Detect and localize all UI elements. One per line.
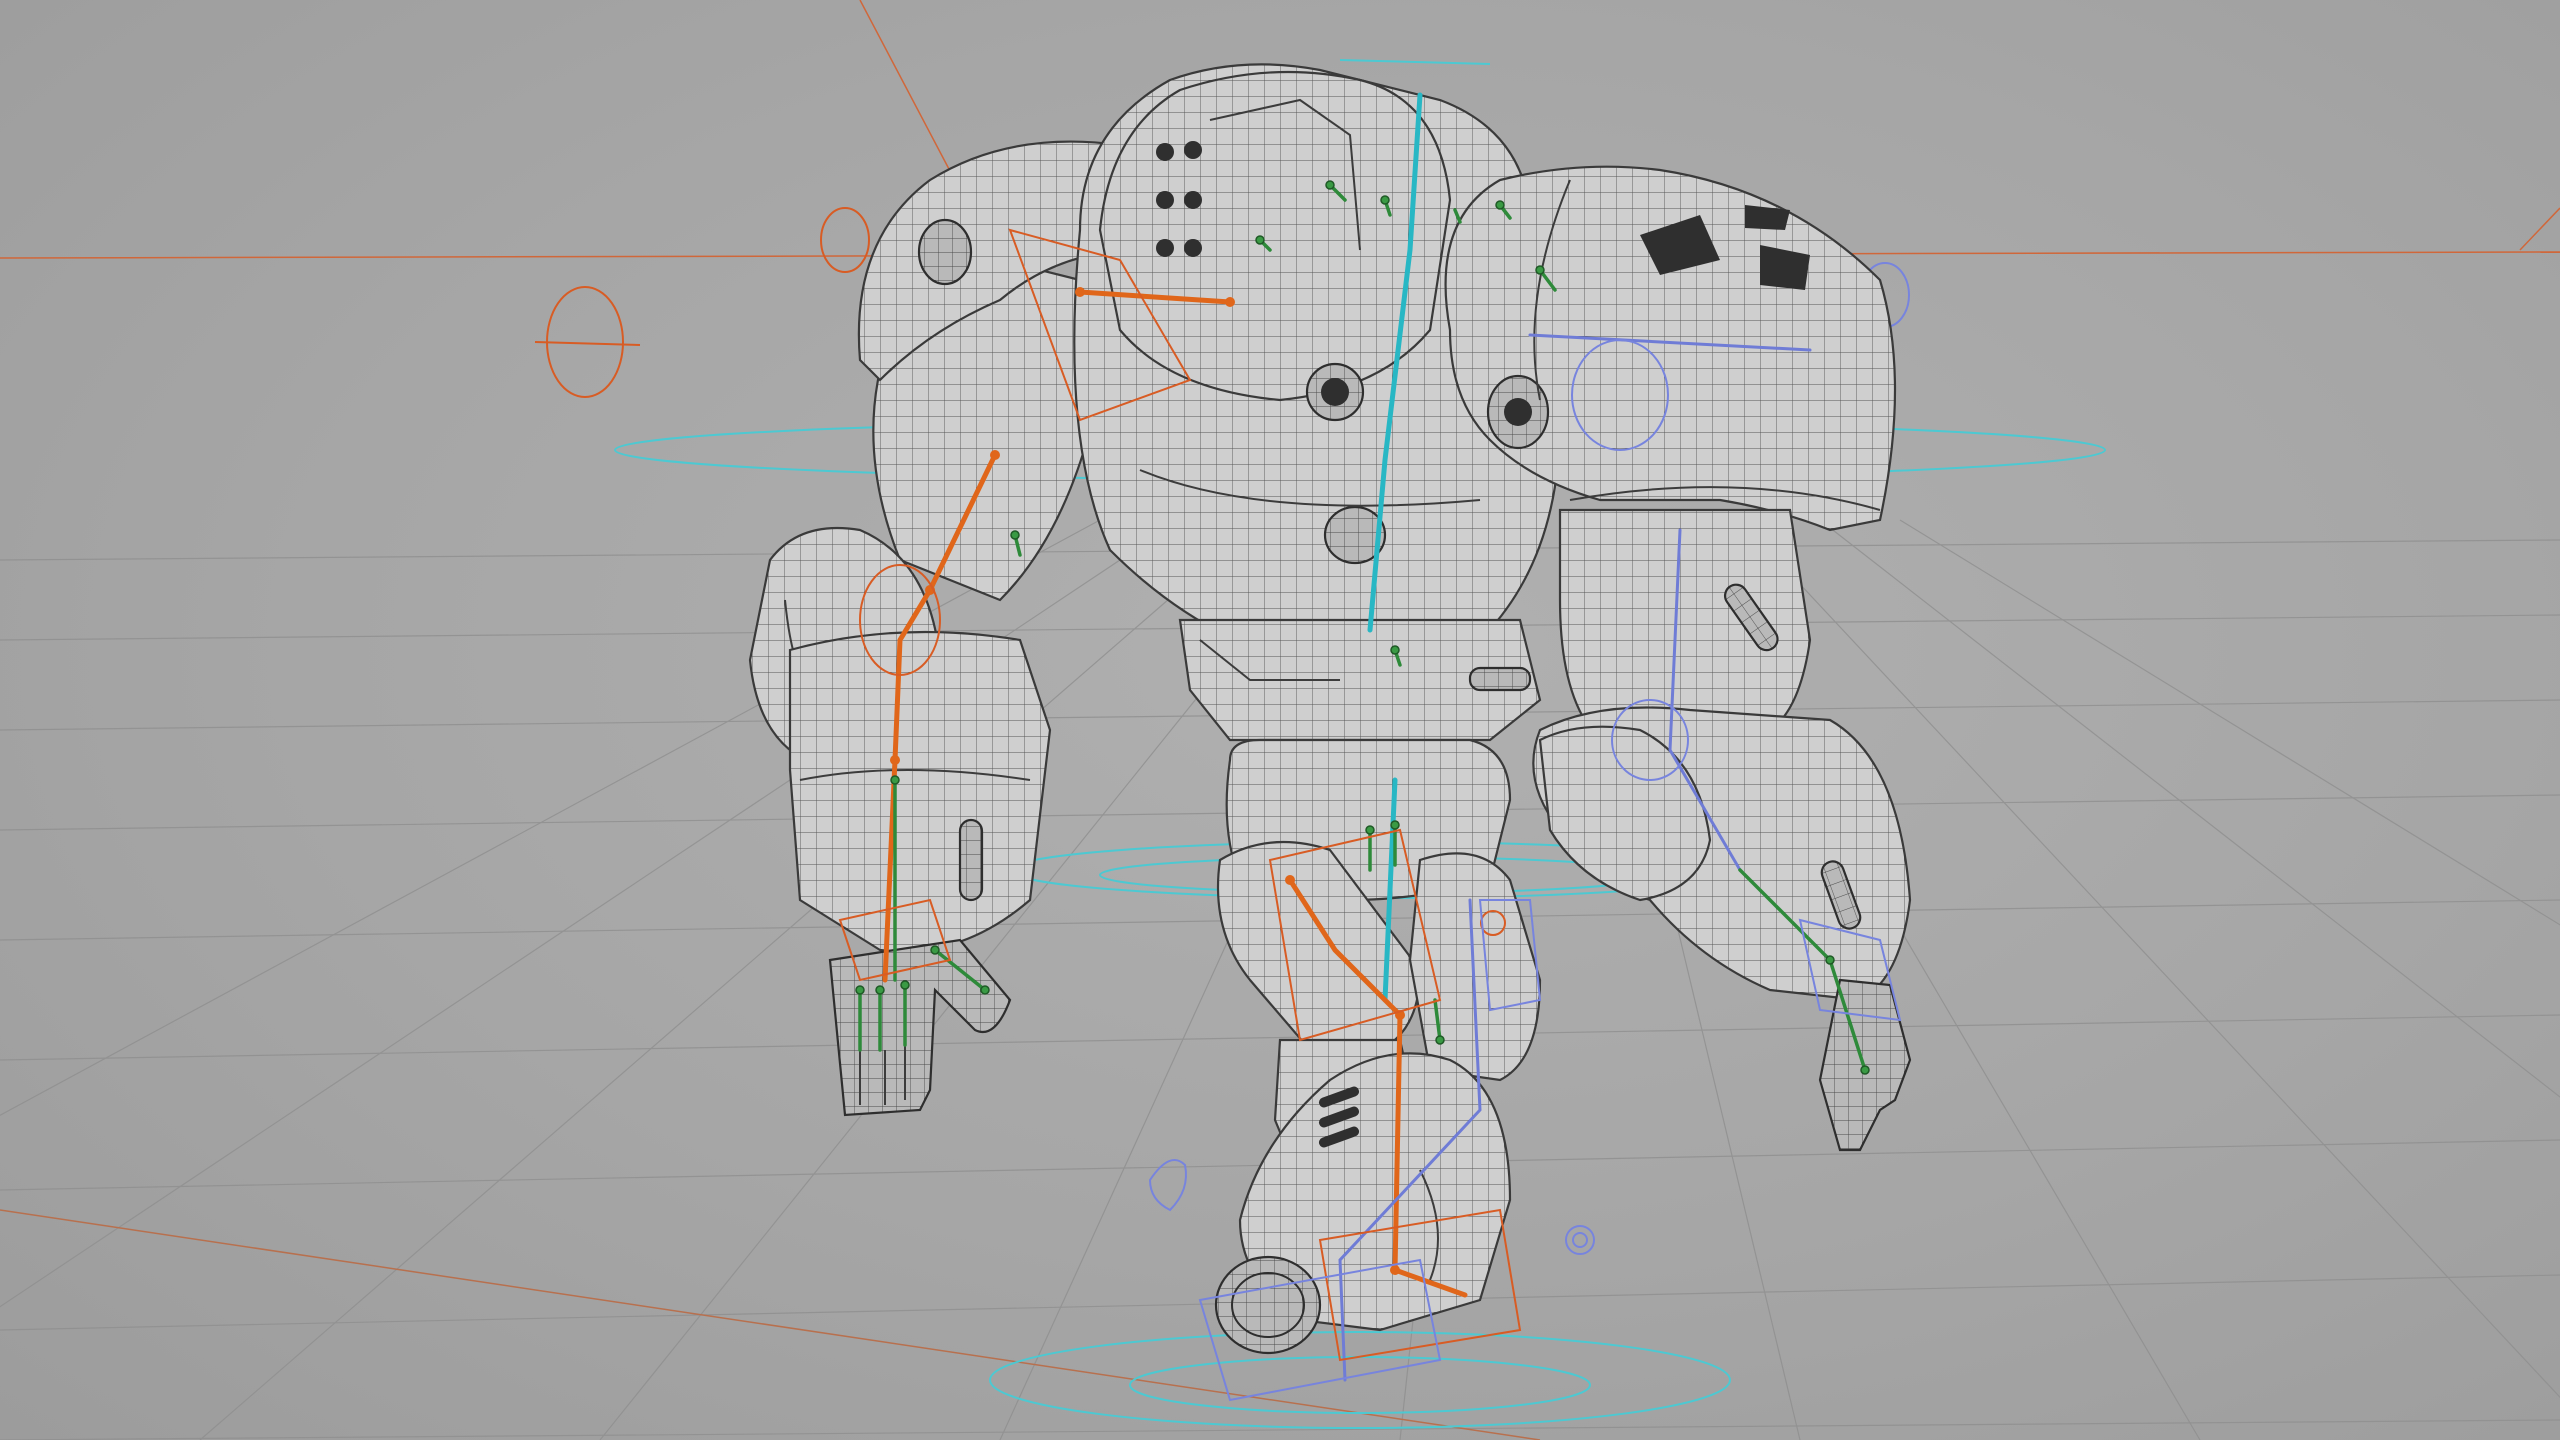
3d-viewport[interactable] [0,0,2560,1440]
viewport-scene[interactable] [0,0,2560,1440]
head-control[interactable] [1339,59,1491,65]
right-upper-arm[interactable] [1558,508,1812,742]
waist-vent [1468,666,1532,692]
left-forearm-slot [958,818,984,902]
right-thigh[interactable] [1408,852,1542,1082]
left-shoulder-rotation-control[interactable] [534,207,870,398]
left-forearm[interactable] [788,630,1052,953]
robot-mesh[interactable] [748,63,1912,1355]
left-shoulder-socket [917,218,973,286]
root-control[interactable] [989,1331,1731,1429]
